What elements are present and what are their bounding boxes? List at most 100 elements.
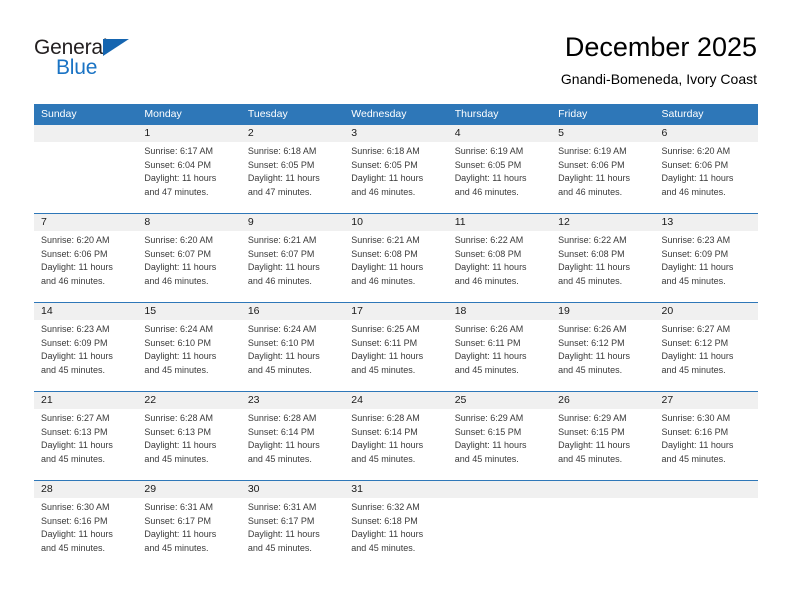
day-number: 15	[144, 305, 157, 317]
day-sun-info: Sunrise: 6:29 AM Sunset: 6:15 PM Dayligh…	[558, 413, 630, 464]
day-cell[interactable]	[34, 125, 137, 213]
day-sun-info: Sunrise: 6:19 AM Sunset: 6:05 PM Dayligh…	[454, 146, 527, 197]
day-number: 27	[661, 394, 674, 406]
logo-text-blue: Blue	[56, 56, 98, 79]
week-row: 28 Sunrise: 6:30 AM Sunset: 6:16 PM Dayl…	[34, 480, 758, 569]
day-cell[interactable]: 21 Sunrise: 6:27 AM Sunset: 6:13 PM Dayl…	[34, 392, 137, 480]
calendar-page: General Blue December 2025 Gnandi-Bomene…	[0, 0, 792, 612]
weekday-header-thursday: Thursday	[454, 108, 499, 120]
day-sun-info: Sunrise: 6:24 AM Sunset: 6:10 PM Dayligh…	[144, 324, 217, 375]
week-row: 14 Sunrise: 6:23 AM Sunset: 6:09 PM Dayl…	[34, 302, 758, 391]
day-number: 25	[454, 394, 467, 406]
day-number: 1	[144, 127, 151, 139]
day-number: 9	[247, 216, 254, 228]
day-cell[interactable]: 23 Sunrise: 6:28 AM Sunset: 6:14 PM Dayl…	[241, 392, 344, 480]
day-sun-info: Sunrise: 6:18 AM Sunset: 6:05 PM Dayligh…	[247, 146, 320, 197]
day-cell[interactable]: 10 Sunrise: 6:21 AM Sunset: 6:08 PM Dayl…	[344, 214, 447, 302]
day-number: 26	[558, 394, 570, 406]
day-sun-info: Sunrise: 6:26 AM Sunset: 6:11 PM Dayligh…	[454, 324, 527, 375]
day-cell[interactable]: 28 Sunrise: 6:30 AM Sunset: 6:16 PM Dayl…	[34, 481, 137, 569]
page-title: December 2025	[564, 32, 757, 62]
day-number: 21	[41, 394, 53, 406]
day-cell[interactable]: 27 Sunrise: 6:30 AM Sunset: 6:16 PM Dayl…	[655, 392, 758, 480]
general-blue-logo[interactable]: General Blue	[34, 36, 164, 84]
day-number	[662, 481, 751, 498]
day-cell[interactable]	[448, 481, 551, 569]
day-cell[interactable]: 14 Sunrise: 6:23 AM Sunset: 6:09 PM Dayl…	[34, 303, 137, 391]
day-number: 28	[41, 483, 53, 495]
day-number: 11	[454, 216, 466, 228]
day-number: 3	[351, 127, 358, 139]
day-cell[interactable]: 16 Sunrise: 6:24 AM Sunset: 6:10 PM Dayl…	[241, 303, 344, 391]
weekday-header-row: Sunday Monday Tuesday Wednesday Thursday…	[34, 104, 758, 124]
day-sun-info: Sunrise: 6:17 AM Sunset: 6:04 PM Dayligh…	[144, 146, 217, 197]
week-row: 1 Sunrise: 6:17 AM Sunset: 6:04 PM Dayli…	[34, 124, 758, 213]
day-cell[interactable]: 25 Sunrise: 6:29 AM Sunset: 6:15 PM Dayl…	[448, 392, 551, 480]
day-number: 23	[247, 394, 260, 406]
day-sun-info: Sunrise: 6:26 AM Sunset: 6:12 PM Dayligh…	[558, 324, 630, 375]
day-number: 6	[661, 127, 668, 139]
day-number: 2	[247, 127, 254, 139]
day-sun-info: Sunrise: 6:22 AM Sunset: 6:08 PM Dayligh…	[558, 235, 630, 286]
day-cell[interactable]: 22 Sunrise: 6:28 AM Sunset: 6:13 PM Dayl…	[137, 392, 240, 480]
page-header: General Blue December 2025 Gnandi-Bomene…	[0, 0, 792, 100]
day-number: 24	[351, 394, 363, 406]
day-number: 16	[247, 305, 260, 317]
day-cell[interactable]: 12 Sunrise: 6:22 AM Sunset: 6:08 PM Dayl…	[551, 214, 654, 302]
day-cell[interactable]: 20 Sunrise: 6:27 AM Sunset: 6:12 PM Dayl…	[655, 303, 758, 391]
day-sun-info: Sunrise: 6:28 AM Sunset: 6:14 PM Dayligh…	[351, 413, 424, 464]
day-cell[interactable]: 1 Sunrise: 6:17 AM Sunset: 6:04 PM Dayli…	[137, 125, 240, 213]
logo-triangle-icon	[103, 39, 129, 56]
day-cell[interactable]: 7 Sunrise: 6:20 AM Sunset: 6:06 PM Dayli…	[34, 214, 137, 302]
day-sun-info: Sunrise: 6:27 AM Sunset: 6:13 PM Dayligh…	[41, 413, 113, 464]
day-cell[interactable]: 26 Sunrise: 6:29 AM Sunset: 6:15 PM Dayl…	[551, 392, 654, 480]
day-number	[41, 125, 130, 142]
day-cell[interactable]: 31 Sunrise: 6:32 AM Sunset: 6:18 PM Dayl…	[344, 481, 447, 569]
day-cell[interactable]: 6 Sunrise: 6:20 AM Sunset: 6:06 PM Dayli…	[655, 125, 758, 213]
day-sun-info: Sunrise: 6:31 AM Sunset: 6:17 PM Dayligh…	[247, 502, 320, 553]
day-cell[interactable]: 5 Sunrise: 6:19 AM Sunset: 6:06 PM Dayli…	[551, 125, 654, 213]
day-sun-info: Sunrise: 6:20 AM Sunset: 6:06 PM Dayligh…	[41, 235, 113, 286]
day-sun-info: Sunrise: 6:18 AM Sunset: 6:05 PM Dayligh…	[351, 146, 424, 197]
weekday-header-monday: Monday	[144, 108, 182, 120]
day-sun-info: Sunrise: 6:23 AM Sunset: 6:09 PM Dayligh…	[41, 324, 113, 375]
day-number: 17	[351, 305, 363, 317]
day-cell[interactable]	[551, 481, 654, 569]
day-sun-info: Sunrise: 6:19 AM Sunset: 6:06 PM Dayligh…	[558, 146, 630, 197]
day-sun-info: Sunrise: 6:21 AM Sunset: 6:07 PM Dayligh…	[247, 235, 320, 286]
day-number: 18	[454, 305, 467, 317]
day-cell[interactable]: 9 Sunrise: 6:21 AM Sunset: 6:07 PM Dayli…	[241, 214, 344, 302]
day-number: 30	[247, 483, 260, 495]
day-cell[interactable]: 2 Sunrise: 6:18 AM Sunset: 6:05 PM Dayli…	[241, 125, 344, 213]
day-cell[interactable]: 3 Sunrise: 6:18 AM Sunset: 6:05 PM Dayli…	[344, 125, 447, 213]
day-number: 20	[661, 305, 674, 317]
day-cell[interactable]: 8 Sunrise: 6:20 AM Sunset: 6:07 PM Dayli…	[137, 214, 240, 302]
day-cell[interactable]: 29 Sunrise: 6:31 AM Sunset: 6:17 PM Dayl…	[137, 481, 240, 569]
day-sun-info: Sunrise: 6:24 AM Sunset: 6:10 PM Dayligh…	[247, 324, 320, 375]
weekday-header-friday: Friday	[558, 108, 588, 120]
day-cell[interactable]: 30 Sunrise: 6:31 AM Sunset: 6:17 PM Dayl…	[241, 481, 344, 569]
day-sun-info: Sunrise: 6:28 AM Sunset: 6:13 PM Dayligh…	[144, 413, 217, 464]
day-sun-info: Sunrise: 6:20 AM Sunset: 6:07 PM Dayligh…	[144, 235, 217, 286]
day-sun-info: Sunrise: 6:29 AM Sunset: 6:15 PM Dayligh…	[454, 413, 527, 464]
day-cell[interactable]: 4 Sunrise: 6:19 AM Sunset: 6:05 PM Dayli…	[448, 125, 551, 213]
day-sun-info: Sunrise: 6:32 AM Sunset: 6:18 PM Dayligh…	[351, 502, 424, 553]
day-cell[interactable]: 17 Sunrise: 6:25 AM Sunset: 6:11 PM Dayl…	[344, 303, 447, 391]
day-number: 5	[558, 127, 564, 139]
day-cell[interactable]: 19 Sunrise: 6:26 AM Sunset: 6:12 PM Dayl…	[551, 303, 654, 391]
title-block: December 2025 Gnandi-Bomeneda, Ivory Coa…	[561, 30, 757, 89]
day-cell[interactable]: 11 Sunrise: 6:22 AM Sunset: 6:08 PM Dayl…	[448, 214, 551, 302]
day-number: 12	[558, 216, 570, 228]
day-sun-info: Sunrise: 6:25 AM Sunset: 6:11 PM Dayligh…	[351, 324, 424, 375]
day-sun-info: Sunrise: 6:23 AM Sunset: 6:09 PM Dayligh…	[661, 235, 734, 286]
day-cell[interactable]	[655, 481, 758, 569]
day-number: 7	[41, 216, 47, 228]
day-cell[interactable]: 15 Sunrise: 6:24 AM Sunset: 6:10 PM Dayl…	[137, 303, 240, 391]
weekday-header-sunday: Sunday	[41, 108, 77, 120]
day-cell[interactable]: 24 Sunrise: 6:28 AM Sunset: 6:14 PM Dayl…	[344, 392, 447, 480]
day-cell[interactable]: 18 Sunrise: 6:26 AM Sunset: 6:11 PM Dayl…	[448, 303, 551, 391]
day-sun-info: Sunrise: 6:27 AM Sunset: 6:12 PM Dayligh…	[661, 324, 734, 375]
week-row: 21 Sunrise: 6:27 AM Sunset: 6:13 PM Dayl…	[34, 391, 758, 480]
day-cell[interactable]: 13 Sunrise: 6:23 AM Sunset: 6:09 PM Dayl…	[655, 214, 758, 302]
day-number: 14	[41, 305, 53, 317]
